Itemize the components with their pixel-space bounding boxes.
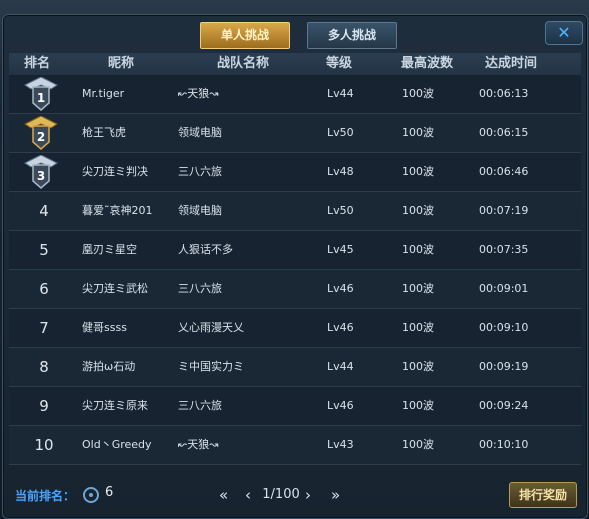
cell-rank: 7 <box>39 319 49 337</box>
footer-bar: 当前排名： 6 « ‹ 1/100 › » 排行奖励 <box>3 479 587 515</box>
column-time: 达成时间 <box>484 56 537 71</box>
column-rank: 排名 <box>23 56 50 71</box>
column-max-wave: 最高波数 <box>400 56 453 71</box>
next-page-button[interactable]: › <box>305 484 315 506</box>
last-page-button[interactable]: » <box>331 484 347 506</box>
prev-page-button[interactable]: ‹ <box>245 484 255 506</box>
table-header: 排名 昵称 战队名称 等级 最高波数 达成时间 <box>9 53 581 76</box>
cell-level: Lv46 <box>327 399 354 412</box>
cell-max-wave: 100波 <box>402 321 434 334</box>
cell-nickname: Old丶Greedy <box>82 438 152 451</box>
cell-time: 00:07:35 <box>479 243 529 256</box>
current-rank-value: 6 <box>105 485 114 500</box>
table-row[interactable]: 6 尖刀连ミ武松 三八六旅 Lv46 100波 00:09:01 <box>9 270 581 309</box>
cell-nickname: 枪王飞虎 <box>82 126 126 139</box>
cell-max-wave: 100波 <box>402 360 434 373</box>
cell-team: 人狠话不多 <box>178 243 233 256</box>
cell-team: 三八六旅 <box>178 165 222 178</box>
tab-bar: 单人挑战 多人挑战 <box>3 22 587 50</box>
column-level: 等级 <box>325 56 352 71</box>
cell-max-wave: 100波 <box>402 399 434 412</box>
cell-nickname: 暮爱˜哀神201 <box>82 204 153 217</box>
cell-nickname: 尖刀连ミ原来 <box>82 399 148 412</box>
column-nickname: 昵称 <box>107 56 134 71</box>
table-row[interactable]: 8 游拍ω石动 ミ中国实力ミ Lv44 100波 00:09:19 <box>9 348 581 387</box>
cell-max-wave: 100波 <box>402 126 434 139</box>
rank-medal-silver-icon: 1 <box>24 77 58 111</box>
target-icon <box>83 487 99 503</box>
table-row[interactable]: 4 暮爱˜哀神201 领域电脑 Lv50 100波 00:07:19 <box>9 192 581 231</box>
ranking-reward-button[interactable]: 排行奖励 <box>509 482 577 508</box>
cell-max-wave: 100波 <box>402 282 434 295</box>
cell-level: Lv46 <box>327 321 354 334</box>
cell-max-wave: 100波 <box>402 165 434 178</box>
cell-time: 00:10:10 <box>479 438 529 451</box>
ranking-list: 1 Mr.tiger ↜天狼↝ Lv44 100波 00:06:13 2 枪王飞… <box>9 75 581 465</box>
cell-time: 00:06:15 <box>479 126 529 139</box>
cell-time: 00:06:13 <box>479 87 529 100</box>
cell-time: 00:09:01 <box>479 282 529 295</box>
table-row[interactable]: 10 Old丶Greedy ↜天狼↝ Lv43 100波 00:10:10 <box>9 426 581 465</box>
cell-level: Lv45 <box>327 243 354 256</box>
medal-rank-number: 2 <box>37 130 45 144</box>
cell-nickname: Mr.tiger <box>82 87 125 100</box>
rank-medal-silver-icon: 3 <box>24 155 58 189</box>
table-row[interactable]: 5 凰刃ミ星空 人狠话不多 Lv45 100波 00:07:35 <box>9 231 581 270</box>
cell-time: 00:09:10 <box>479 321 529 334</box>
cell-team: 领域电脑 <box>178 204 222 217</box>
medal-rank-number: 1 <box>37 91 45 105</box>
cell-level: Lv44 <box>327 87 354 100</box>
cell-time: 00:06:46 <box>479 165 529 178</box>
cell-rank: 9 <box>39 397 49 415</box>
cell-level: Lv44 <box>327 360 354 373</box>
cell-max-wave: 100波 <box>402 204 434 217</box>
table-row[interactable]: 1 Mr.tiger ↜天狼↝ Lv44 100波 00:06:13 <box>9 75 581 114</box>
cell-team: ↜天狼↝ <box>178 87 219 100</box>
cell-team: 三八六旅 <box>178 282 222 295</box>
cell-time: 00:09:19 <box>479 360 529 373</box>
cell-level: Lv50 <box>327 204 354 217</box>
cell-team: 乂心雨漫天乂 <box>178 321 244 334</box>
cell-rank: 10 <box>34 436 54 454</box>
cell-team: 三八六旅 <box>178 399 222 412</box>
current-rank-label: 当前排名： <box>15 489 76 503</box>
cell-nickname: 尖刀连ミ武松 <box>82 282 148 295</box>
leaderboard-panel: 单人挑战 多人挑战 ✕ 排名 昵称 战队名称 等级 最高波数 达成时间 1 Mr… <box>2 14 588 519</box>
table-row[interactable]: 2 枪王飞虎 领域电脑 Lv50 100波 00:06:15 <box>9 114 581 153</box>
medal-rank-number: 3 <box>37 169 45 183</box>
table-row[interactable]: 7 健哥ssss 乂心雨漫天乂 Lv46 100波 00:09:10 <box>9 309 581 348</box>
table-row[interactable]: 9 尖刀连ミ原来 三八六旅 Lv46 100波 00:09:24 <box>9 387 581 426</box>
rank-medal-gold-icon: 2 <box>24 116 58 150</box>
cell-level: Lv48 <box>327 165 354 178</box>
cell-level: Lv46 <box>327 282 354 295</box>
cell-level: Lv50 <box>327 126 354 139</box>
cell-nickname: 尖刀连ミ判决 <box>82 165 148 178</box>
cell-rank: 5 <box>39 241 49 259</box>
cell-time: 00:07:19 <box>479 204 529 217</box>
cell-max-wave: 100波 <box>402 438 434 451</box>
cell-level: Lv43 <box>327 438 354 451</box>
cell-max-wave: 100波 <box>402 243 434 256</box>
cell-max-wave: 100波 <box>402 87 434 100</box>
close-button[interactable]: ✕ <box>545 21 583 45</box>
first-page-button[interactable]: « <box>219 484 235 506</box>
cell-time: 00:09:24 <box>479 399 529 412</box>
tab-multi-challenge[interactable]: 多人挑战 <box>307 22 397 49</box>
cell-rank: 4 <box>39 202 49 220</box>
cell-team: ↜天狼↝ <box>178 438 219 451</box>
cell-nickname: 游拍ω石动 <box>82 360 136 373</box>
cell-team: ミ中国实力ミ <box>178 360 244 373</box>
cell-team: 领域电脑 <box>178 126 222 139</box>
cell-nickname: 健哥ssss <box>82 321 127 334</box>
table-row[interactable]: 3 尖刀连ミ判决 三八六旅 Lv48 100波 00:06:46 <box>9 153 581 192</box>
cell-nickname: 凰刃ミ星空 <box>82 243 137 256</box>
page-indicator: 1/100 <box>262 487 300 502</box>
cell-rank: 6 <box>39 280 49 298</box>
tab-single-challenge[interactable]: 单人挑战 <box>200 22 290 49</box>
cell-rank: 8 <box>39 358 49 376</box>
column-team: 战队名称 <box>216 56 269 71</box>
